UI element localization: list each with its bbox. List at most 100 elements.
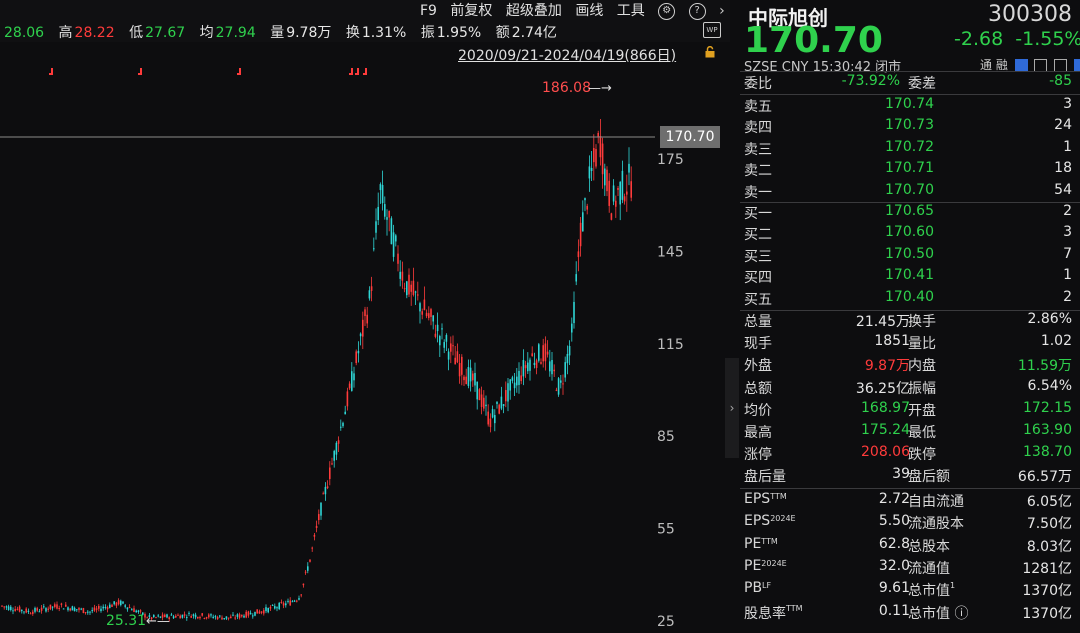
candle-body <box>117 600 120 605</box>
candle-body <box>465 376 467 385</box>
overlay-button[interactable]: 超级叠加 <box>506 3 562 19</box>
stat-value: 163.90 <box>1023 422 1072 438</box>
f9-button[interactable]: F9 <box>420 3 437 19</box>
ask-level-row[interactable]: 卖一 170.70 54 <box>740 182 1080 204</box>
candle-body <box>199 617 201 619</box>
adjust-button[interactable]: 前复权 <box>450 3 492 19</box>
bid-level-row[interactable]: 买一 170.65 2 <box>740 203 1080 225</box>
candle-body <box>287 600 289 602</box>
candle-body <box>612 185 615 202</box>
bid-level-label: 买三 <box>744 248 772 265</box>
stat-value: 36.25亿 <box>855 380 910 397</box>
ohlc-readout: 28.06 高 28.22 低 27.67 均 27.94 量 9.78万 换 1.31%… <box>4 22 559 42</box>
weibi-label: 委比 <box>744 76 772 92</box>
candle-body <box>113 601 115 605</box>
ask-level-row[interactable]: 卖四 170.73 24 <box>740 117 1080 139</box>
candle-body <box>335 442 338 455</box>
candle-body <box>179 615 181 619</box>
candle-body <box>610 213 613 220</box>
candle-body <box>573 301 575 324</box>
bid-level-row[interactable]: 买三 170.50 7 <box>740 246 1080 268</box>
bid-level-row[interactable]: 买五 170.40 2 <box>740 289 1080 311</box>
candle-body <box>520 375 522 382</box>
candle-body <box>225 616 228 619</box>
candle-body <box>221 617 223 620</box>
candle-body <box>628 163 630 173</box>
candle-body <box>293 600 296 602</box>
stat-value: 9.87万 <box>864 358 910 375</box>
candle-body <box>509 379 511 391</box>
candle-body <box>60 603 63 605</box>
ask-level-volume: 1 <box>1063 138 1072 155</box>
bid-level-label: 买四 <box>744 270 772 287</box>
wp-badge-icon[interactable]: WP <box>703 22 721 38</box>
bid-level-volume: 2 <box>1063 203 1072 219</box>
weicha-value: -85 <box>1049 73 1072 89</box>
candle-body <box>307 566 309 571</box>
ask-level-row[interactable]: 卖二 170.71 18 <box>740 160 1080 182</box>
panel-collapse-handle[interactable]: › <box>725 358 739 458</box>
valuation-label-text: EPS <box>744 491 771 507</box>
valuation-label-suffix: TTM <box>761 536 778 546</box>
ask-level-volume: 3 <box>1063 96 1072 112</box>
valuation-label-text: 总市值 <box>908 605 950 622</box>
candle-body <box>388 210 390 218</box>
amount-label: 额 <box>495 25 510 41</box>
ask-level-price: 170.70 <box>885 181 934 198</box>
change-percent: -1.55% <box>1015 28 1080 50</box>
help-icon[interactable]: ? <box>688 2 706 20</box>
candle-body <box>326 486 329 489</box>
candle-body <box>346 391 349 407</box>
candle-body <box>34 607 36 612</box>
candle-body <box>584 198 586 201</box>
candle-body <box>89 611 91 613</box>
candle-body <box>549 361 551 372</box>
candlestick-chart[interactable]: 175 145 115 85 55 25 186.08 —→ 25.31 ←— <box>0 62 726 633</box>
valuation-label-suffix: 2024E <box>770 514 796 524</box>
candle-body <box>489 418 492 428</box>
candle-body <box>183 614 186 616</box>
candle-body <box>269 606 272 609</box>
stat-row: 总量 21.45万 换手 2.86% <box>740 311 1080 333</box>
info-icon[interactable]: ⓘ <box>950 606 968 622</box>
turnover-value: 1.31% <box>361 25 407 41</box>
chevron-right-icon[interactable]: › <box>719 3 725 19</box>
candle-body <box>487 411 489 425</box>
bid-level-price: 170.60 <box>885 224 934 241</box>
candle-body <box>617 187 619 190</box>
gear-icon[interactable]: ⚙ <box>658 2 676 20</box>
tools-button[interactable]: 工具 <box>617 3 645 19</box>
stat-label: 内盘 <box>908 358 936 375</box>
candle-body <box>16 608 19 610</box>
candle-body <box>38 611 41 613</box>
candle-body <box>249 612 252 615</box>
candle-body <box>54 604 56 607</box>
bid-level-row[interactable]: 买二 170.60 3 <box>740 224 1080 246</box>
stat-value: 21.45万 <box>855 314 910 330</box>
candle-body <box>439 336 441 346</box>
candle-body <box>469 367 472 382</box>
candle-body <box>258 611 261 614</box>
candle-body <box>535 360 538 368</box>
candle-body <box>381 184 384 204</box>
candle-body <box>247 611 250 616</box>
change-value: -2.68 <box>954 28 1004 50</box>
candle-body <box>630 181 632 198</box>
candle-body <box>320 502 322 516</box>
candle-body <box>406 281 408 296</box>
candle-body <box>351 371 353 391</box>
candle-body <box>181 614 184 618</box>
candle-body <box>135 610 137 613</box>
y-tick-label: 115 <box>657 337 684 353</box>
ask-level-volume: 54 <box>1054 181 1072 198</box>
bid-level-row[interactable]: 买四 170.41 1 <box>740 267 1080 289</box>
candle-body <box>40 607 43 611</box>
candle-body <box>298 598 300 600</box>
valuation-value: 7.50亿 <box>1026 516 1072 533</box>
current-price-tag: 170.70 <box>660 126 720 148</box>
draw-button[interactable]: 画线 <box>575 3 603 19</box>
lock-icon[interactable] <box>704 46 716 58</box>
candle-body <box>452 345 454 347</box>
ask-level-row[interactable]: 卖五 170.74 3 <box>740 96 1080 118</box>
ask-level-row[interactable]: 卖三 170.72 1 <box>740 139 1080 161</box>
